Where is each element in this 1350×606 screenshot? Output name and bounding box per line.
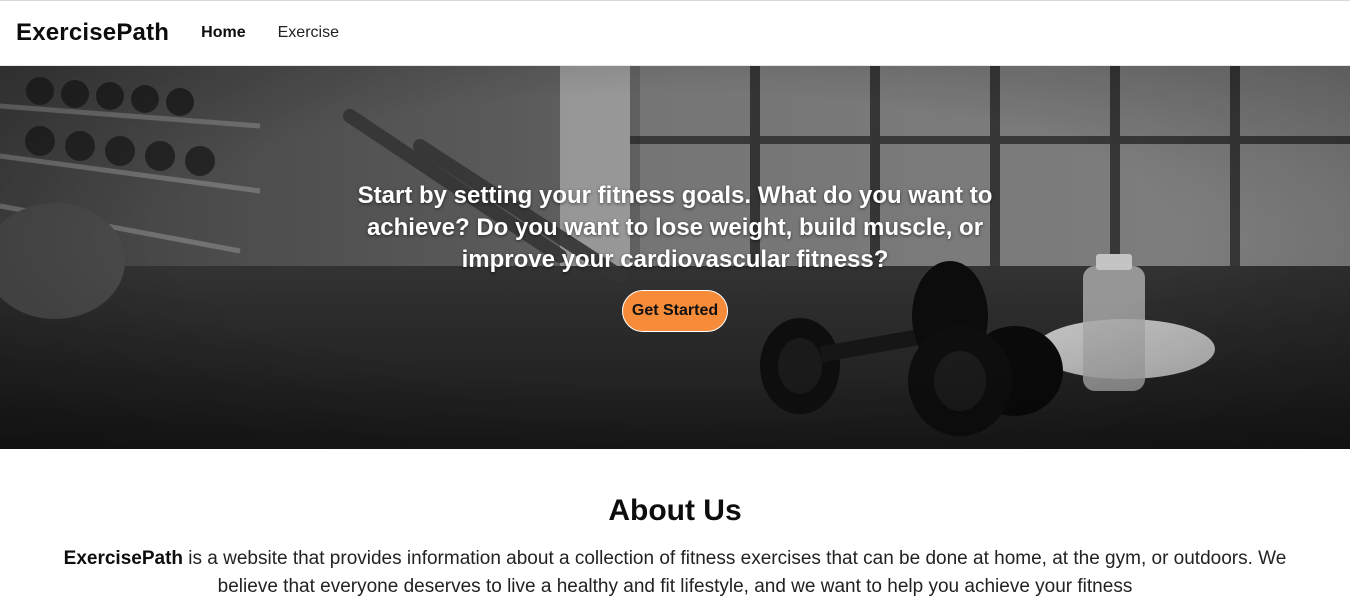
hero-banner: Start by setting your fitness goals. Wha… xyxy=(0,66,1350,449)
top-navbar: ExercisePath Home Exercise xyxy=(0,0,1350,66)
about-title: About Us xyxy=(608,494,742,527)
about-brand-name: ExercisePath xyxy=(63,548,184,569)
hero-headline: Start by setting your fitness goals. Wha… xyxy=(357,182,993,273)
about-description-text: is a website that provides information a… xyxy=(183,548,1287,597)
hero-content: Start by setting your fitness goals. Wha… xyxy=(0,66,1350,449)
get-started-button[interactable]: Get Started xyxy=(621,290,729,332)
nav-link-exercise[interactable]: Exercise xyxy=(278,24,339,42)
brand-logo[interactable]: ExercisePath xyxy=(16,19,169,47)
about-section: About Us ExercisePath is a website that … xyxy=(0,449,1350,606)
nav-link-home[interactable]: Home xyxy=(201,24,245,42)
about-description: ExercisePath is a website that provides … xyxy=(55,545,1295,601)
